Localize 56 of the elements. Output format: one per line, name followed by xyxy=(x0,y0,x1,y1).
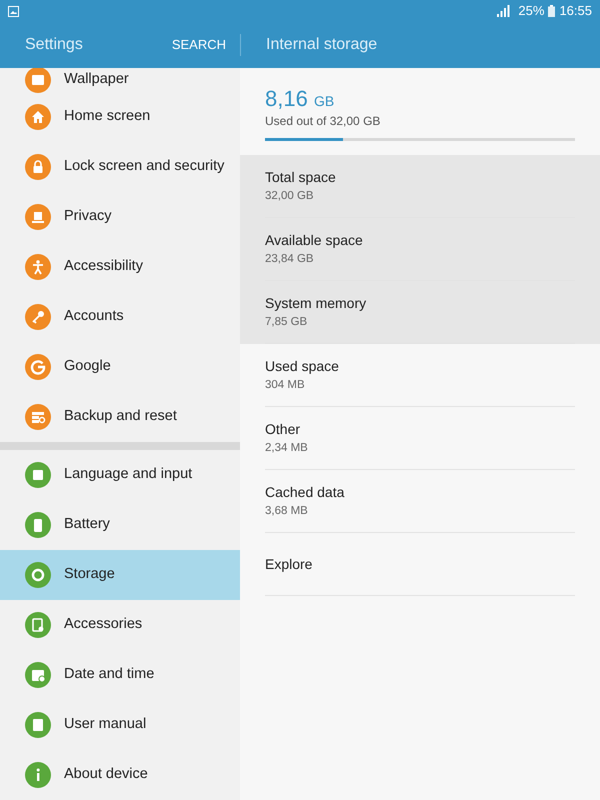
storage-row[interactable]: Used space 304 MB xyxy=(240,344,600,408)
app-title: Settings xyxy=(25,35,84,55)
accessory-icon xyxy=(25,612,51,638)
key-icon xyxy=(25,304,51,330)
clock: 16:55 xyxy=(559,2,592,20)
sidebar-item[interactable]: About device xyxy=(0,750,240,800)
row-value: 7,85 GB xyxy=(265,315,308,330)
storage-row[interactable]: Cached data 3,68 MB xyxy=(240,470,600,534)
backup-icon xyxy=(25,404,51,430)
row-value: 3,68 MB xyxy=(265,504,309,520)
row-value: 304 MB xyxy=(265,378,306,394)
storage-row[interactable]: Explore xyxy=(240,533,600,596)
sidebar-item[interactable]: User manual xyxy=(0,700,240,750)
sidebar-item[interactable]: Battery xyxy=(0,500,240,550)
person-icon xyxy=(25,254,51,280)
storage-icon xyxy=(25,562,51,588)
row-title: System memory xyxy=(265,294,368,314)
g-icon xyxy=(25,354,51,380)
storage-row[interactable]: Available space 23,84 GB xyxy=(240,218,600,282)
row-value: 23,84 GB xyxy=(265,252,315,268)
calendar-icon xyxy=(25,662,51,688)
sidebar-item[interactable]: Accessories xyxy=(0,600,240,650)
battery-icon xyxy=(548,5,556,17)
sidebar-item[interactable]: Home screen xyxy=(0,92,240,142)
storage-row[interactable]: Total space 32,00 GB xyxy=(240,155,600,218)
battery-percent: 25% xyxy=(518,2,544,20)
usage-caption: Used out of 32,00 GB xyxy=(265,113,382,130)
lock-icon xyxy=(25,154,51,180)
used-amount: 8,16 GB xyxy=(265,86,336,112)
wallpaper-icon xyxy=(25,68,51,93)
row-title: Total space xyxy=(265,168,337,188)
sidebar-item[interactable]: Backup and reset xyxy=(0,392,240,442)
row-title: Explore xyxy=(265,554,314,574)
battery-icon xyxy=(25,512,51,538)
row-value: 32,00 GB xyxy=(265,189,315,204)
sidebar-item[interactable]: Language and input xyxy=(0,450,240,500)
row-value: 2,34 MB xyxy=(265,441,309,456)
page-title: Internal storage xyxy=(265,35,378,55)
sidebar-item[interactable]: Storage xyxy=(0,550,240,600)
sidebar-item[interactable]: Wallpaper xyxy=(0,68,240,92)
gallery-icon xyxy=(8,6,19,16)
sidebar-item[interactable]: Accessibility xyxy=(0,242,240,292)
row-title: Used space xyxy=(265,357,340,376)
signal-icon xyxy=(497,5,510,17)
sidebar-item[interactable]: Lock screen and security xyxy=(0,142,240,192)
row-title: Cached data xyxy=(265,483,346,502)
storage-row[interactable]: Other 2,34 MB xyxy=(240,407,600,470)
sidebar-item[interactable]: Accounts xyxy=(0,292,240,342)
sidebar-item[interactable]: Google xyxy=(0,342,240,392)
info-icon xyxy=(25,762,51,788)
home-icon xyxy=(25,104,51,130)
storage-row[interactable]: System memory 7,85 GB xyxy=(240,281,600,344)
sidebar-item[interactable]: Date and time xyxy=(0,650,240,700)
sidebar-item[interactable]: Privacy xyxy=(0,192,240,242)
row-title: Available space xyxy=(265,231,364,250)
row-title: Other xyxy=(265,420,302,440)
